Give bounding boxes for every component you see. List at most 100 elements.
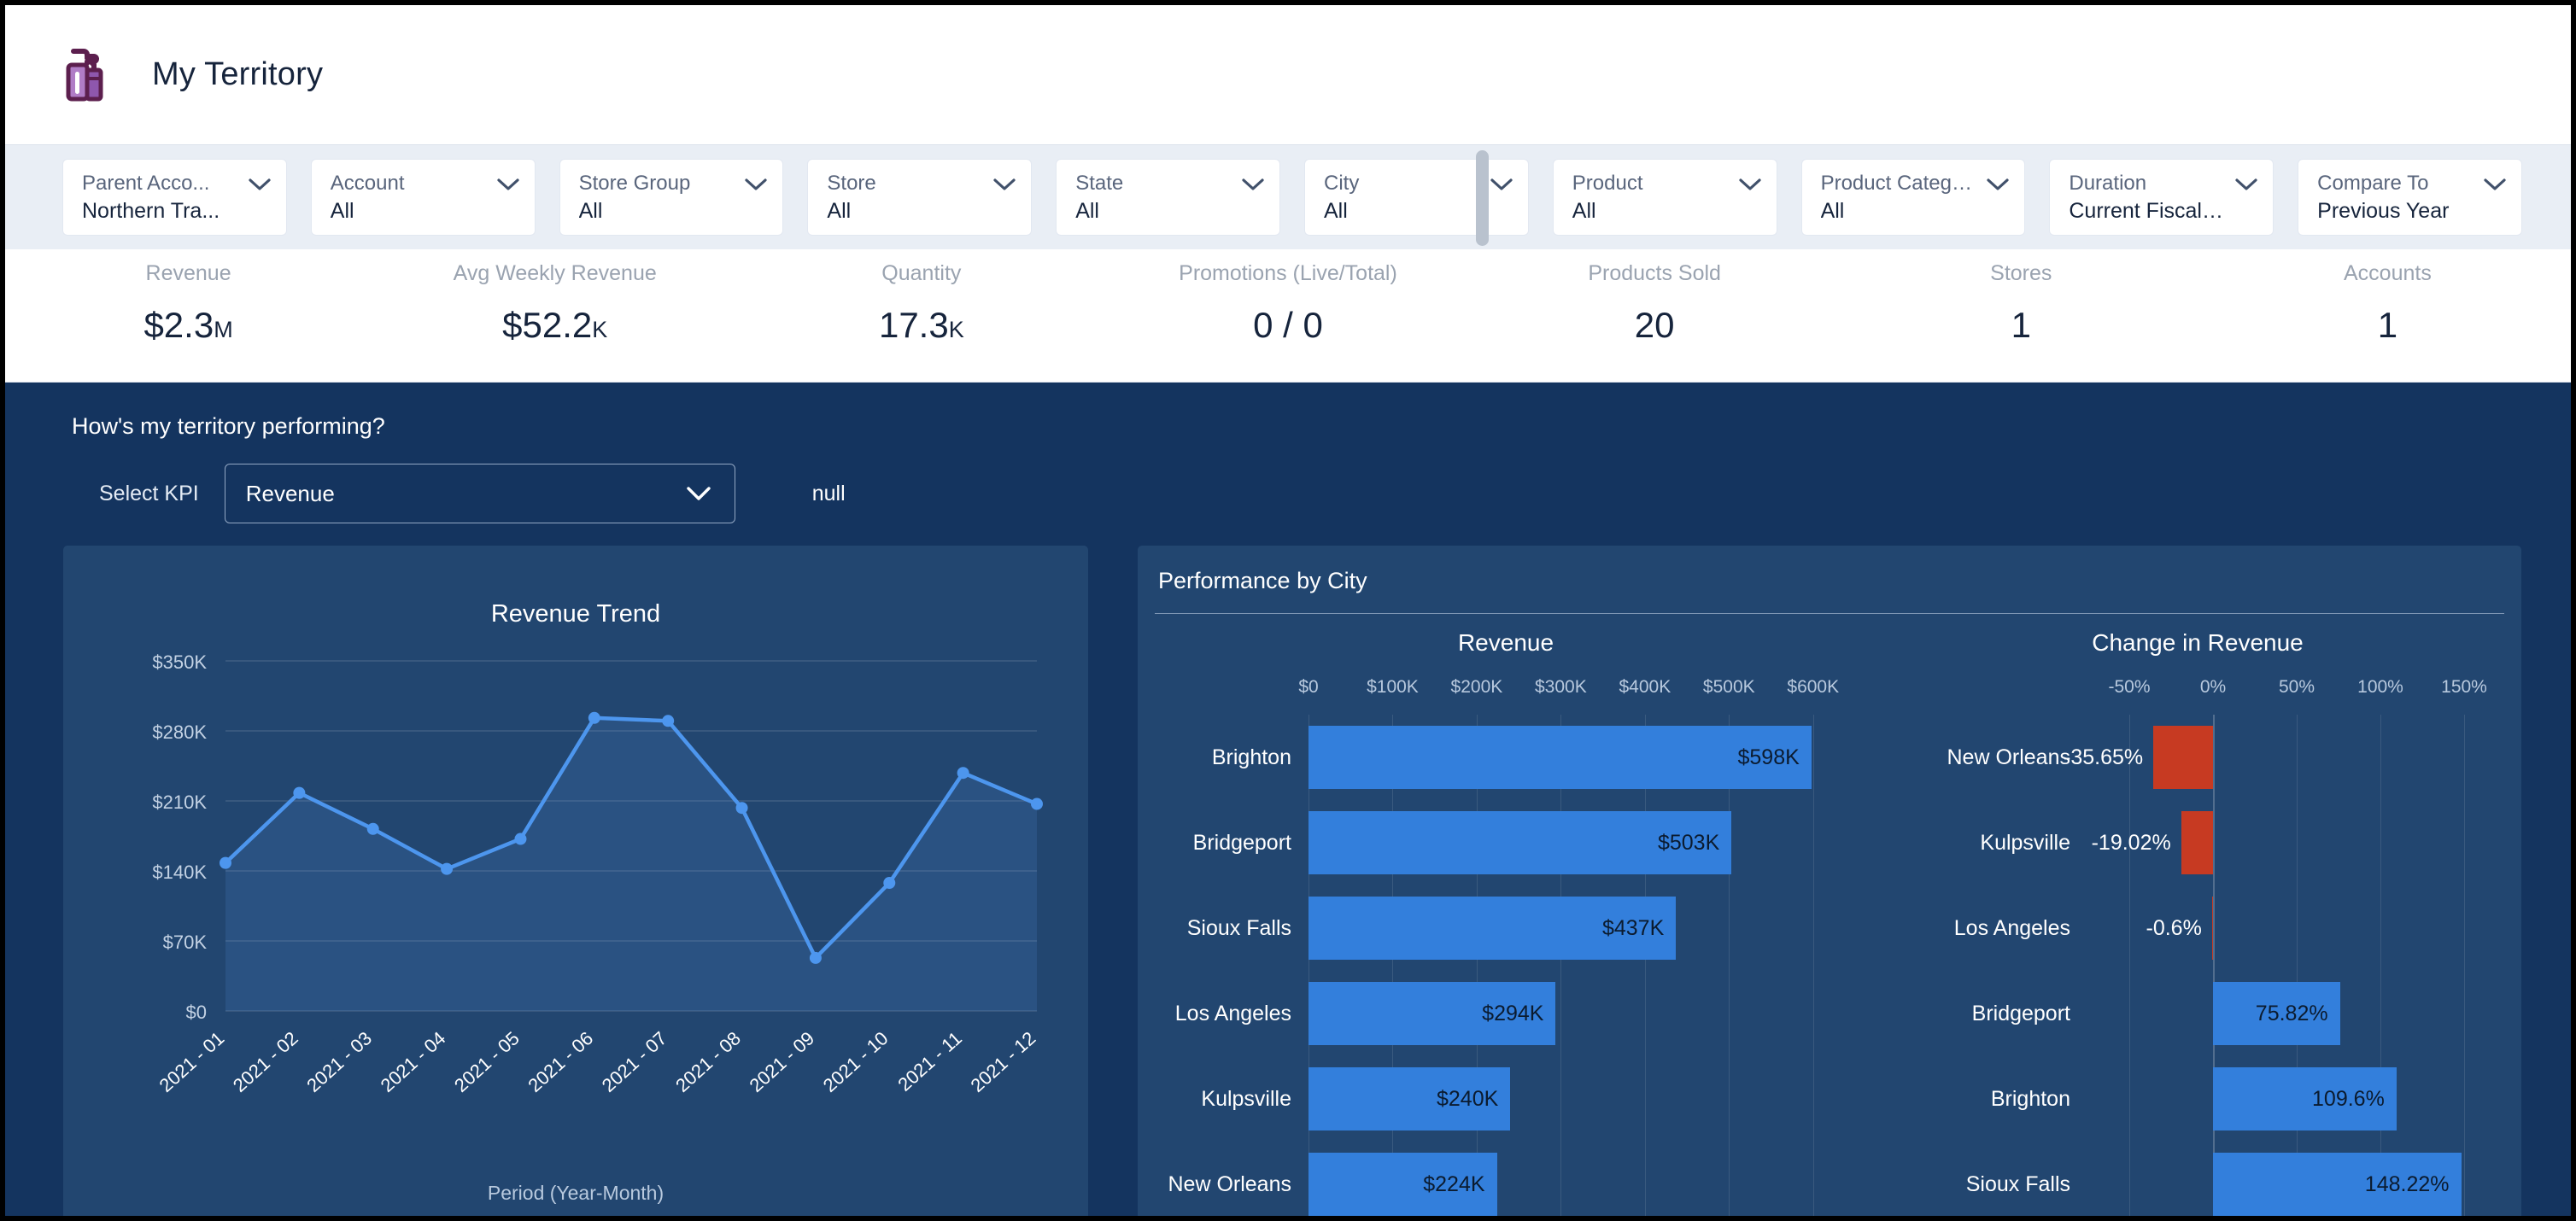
chevron-down-icon[interactable] <box>1490 178 1513 191</box>
bar[interactable]: $503K <box>1308 811 1731 874</box>
trend-data-point <box>293 787 305 799</box>
bar-row[interactable]: New Orleans$224K <box>1138 1142 1874 1216</box>
charts-row: Revenue Trend $0$70K$140K$210K$280K$350K… <box>5 523 2571 1216</box>
gridline <box>2380 800 2381 885</box>
bar[interactable]: $294K <box>1308 982 1555 1045</box>
filter-compare-to[interactable]: Compare To Previous Year <box>2298 160 2521 235</box>
filter-label: Store <box>827 171 1017 196</box>
filter-product-category[interactable]: Product Category All <box>1802 160 2025 235</box>
bar-row[interactable]: Los Angeles-0.6% <box>1874 885 2521 971</box>
xaxis-tick-label: 2021 - 03 <box>302 1027 376 1093</box>
gridline <box>2129 1142 2130 1216</box>
bar-row[interactable]: Bridgeport$503K <box>1138 800 1874 885</box>
axis-tick-label: $500K <box>1703 677 1755 698</box>
trend-data-point <box>883 877 895 889</box>
bar[interactable] <box>2153 726 2213 789</box>
filter-scrollbar-thumb[interactable] <box>1476 150 1489 246</box>
filter-account[interactable]: Account All <box>312 160 535 235</box>
filter-label: Account <box>331 171 521 196</box>
bar[interactable] <box>2212 897 2213 960</box>
kpi-label: Avg Weekly Revenue <box>372 261 738 286</box>
bar-row[interactable]: Brighton$598K <box>1138 715 1874 800</box>
filter-duration[interactable]: Duration Current Fiscal Year <box>2050 160 2273 235</box>
bar-row[interactable]: Los Angeles$294K <box>1138 971 1874 1056</box>
chevron-down-icon[interactable] <box>249 178 271 191</box>
city-columns: Revenue $0$100K$200K$300K$400K$500K$600K… <box>1138 629 2521 1216</box>
bar-value-label: 109.6% <box>2312 1087 2397 1112</box>
bar-row[interactable]: Bridgeport75.82% <box>1874 971 2521 1056</box>
kpi-promotions: Promotions (Live/Total) 0 / 0 <box>1104 261 1471 346</box>
bar-row[interactable]: New Orleans-35.65% <box>1874 715 2521 800</box>
kpi-value: 1 <box>2204 305 2571 346</box>
kpi-value: 17.3K <box>738 305 1104 346</box>
performance-by-city-panel: Performance by City Revenue $0$100K$200K… <box>1138 546 2521 1216</box>
bar[interactable]: 148.22% <box>2213 1153 2462 1216</box>
kpi-value: 0 / 0 <box>1104 305 1471 346</box>
chevron-down-icon[interactable] <box>2484 178 2506 191</box>
kpi-value: 1 <box>1838 305 2204 346</box>
bar-row[interactable]: Kulpsville-19.02% <box>1874 800 2521 885</box>
bar-track: -0.6% <box>2087 885 2521 971</box>
chevron-down-icon[interactable] <box>497 178 519 191</box>
bar[interactable]: 109.6% <box>2213 1067 2397 1130</box>
gridline <box>1813 1142 1814 1216</box>
gridline <box>1560 1142 1561 1216</box>
filter-value: All <box>1572 198 1763 225</box>
xaxis-tick-label: 2021 - 06 <box>524 1027 597 1093</box>
bar-row[interactable]: Sioux Falls 148.22% <box>1874 1142 2521 1216</box>
chevron-down-icon[interactable] <box>1987 178 2009 191</box>
filter-parent-account[interactable]: Parent Acco... Northern Tra... <box>63 160 286 235</box>
chevron-down-icon[interactable] <box>1739 178 1761 191</box>
kpi-label: Quantity <box>738 261 1104 286</box>
chevron-down-icon[interactable] <box>1242 178 1264 191</box>
filter-bar: Parent Acco... Northern Tra... Account A… <box>5 145 2571 249</box>
app-header: My Territory <box>5 5 2571 145</box>
kpi-stores: Stores 1 <box>1838 261 2204 346</box>
bar[interactable]: $598K <box>1308 726 1812 789</box>
select-kpi-dropdown[interactable]: Revenue <box>225 464 735 523</box>
xaxis-tick-label: 2021 - 02 <box>229 1027 302 1093</box>
null-status-text: null <box>812 482 846 506</box>
bar-category-label: Sioux Falls <box>1874 1172 2087 1197</box>
chevron-down-icon[interactable] <box>687 487 711 505</box>
gridline <box>2297 800 2298 885</box>
select-kpi-label: Select KPI <box>99 482 199 506</box>
chevron-down-icon[interactable] <box>2235 178 2257 191</box>
trend-data-point <box>957 767 969 779</box>
chevron-down-icon[interactable] <box>993 178 1016 191</box>
gridline <box>2129 971 2130 1056</box>
filter-label: Product <box>1572 171 1763 196</box>
change-column-title: Change in Revenue <box>1874 629 2521 657</box>
bar-row[interactable]: Sioux Falls$437K <box>1138 885 1874 971</box>
filter-product[interactable]: Product All <box>1554 160 1777 235</box>
kpi-strip: Revenue $2.3M Avg Weekly Revenue $52.2K … <box>5 249 2571 383</box>
gridline <box>2464 885 2465 971</box>
bar-category-label: Los Angeles <box>1874 916 2087 941</box>
bar[interactable]: $240K <box>1308 1067 1510 1130</box>
bar-row[interactable]: Kulpsville$240K <box>1138 1056 1874 1142</box>
bar-row[interactable]: Brighton109.6% <box>1874 1056 2521 1142</box>
gridline <box>1813 715 1814 800</box>
bar[interactable]: $224K <box>1308 1153 1497 1216</box>
filter-label: Duration <box>2069 171 2259 196</box>
revenue-column-title: Revenue <box>1138 629 1874 657</box>
chevron-down-icon[interactable] <box>745 178 767 191</box>
panel-divider <box>1155 613 2504 614</box>
bar-value-label: -19.02% <box>2092 831 2171 856</box>
bar[interactable]: $437K <box>1308 897 1676 960</box>
xaxis-tick-label: 2021 - 04 <box>377 1027 450 1093</box>
bar[interactable] <box>2181 811 2213 874</box>
axis-tick-label: $300K <box>1535 677 1587 698</box>
bar[interactable]: 75.82% <box>2213 982 2340 1045</box>
bar-category-label: Kulpsville <box>1138 1087 1308 1112</box>
filter-state[interactable]: State All <box>1057 160 1279 235</box>
trend-data-point <box>1031 798 1043 810</box>
filter-value: Current Fiscal Year <box>2069 198 2259 225</box>
gridline <box>2464 800 2465 885</box>
filter-city[interactable]: City All <box>1305 160 1528 235</box>
trend-data-point <box>441 863 453 875</box>
filter-store-group[interactable]: Store Group All <box>560 160 783 235</box>
trend-data-point <box>220 857 231 869</box>
gridline <box>2464 1142 2465 1216</box>
filter-store[interactable]: Store All <box>808 160 1031 235</box>
